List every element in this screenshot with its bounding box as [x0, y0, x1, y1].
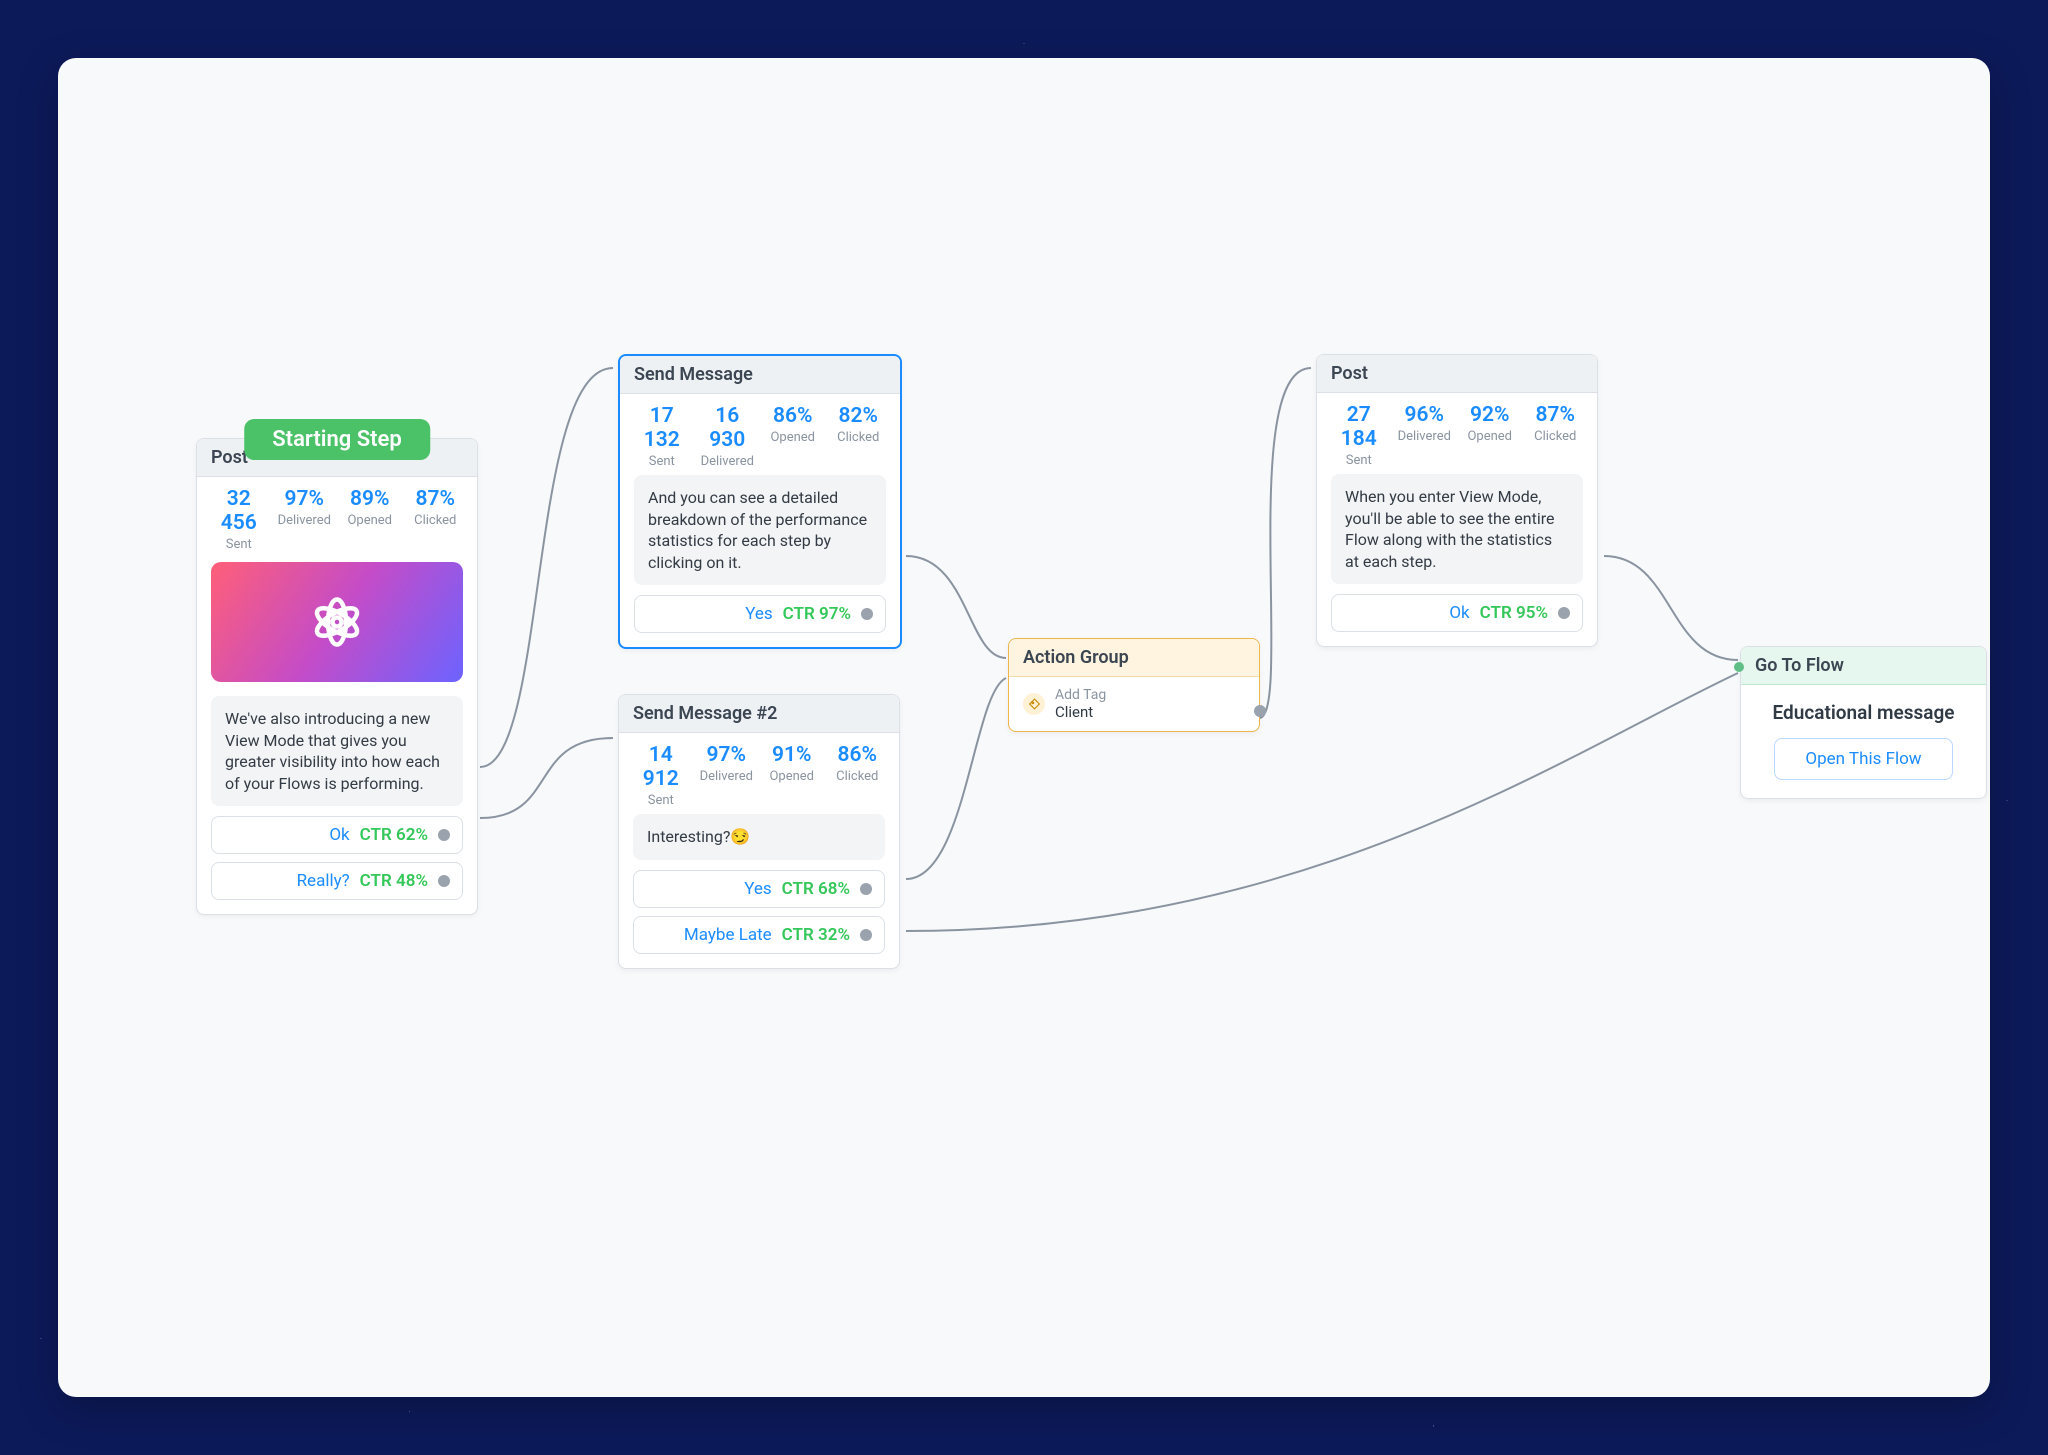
- stat-sent-label: Sent: [209, 537, 269, 552]
- output-port-icon[interactable]: [438, 829, 450, 841]
- stat-opened-value: 92%: [1460, 403, 1520, 427]
- reply-label: Yes: [744, 879, 771, 899]
- node-title: Action Group: [1009, 639, 1259, 677]
- stat-delivered-label: Delivered: [1395, 429, 1455, 444]
- reply-ctr: CTR 97%: [783, 604, 851, 624]
- flow-canvas-panel: Starting Step Post 32 456 Sent 97% Deliver…: [58, 58, 1990, 1397]
- tag-icon: [1023, 693, 1045, 715]
- reply-button-yes[interactable]: Yes CTR 97%: [634, 595, 886, 633]
- flow-canvas[interactable]: Starting Step Post 32 456 Sent 97% Deliver…: [58, 58, 1990, 1397]
- reply-button-ok[interactable]: Ok CTR 62%: [211, 816, 463, 854]
- reply-ctr: CTR 48%: [360, 871, 428, 891]
- stats-row: 14 912 Sent 97% Delivered 91% Opened 86% Cli…: [619, 733, 899, 814]
- stat-opened-value: 91%: [762, 743, 822, 767]
- stat-delivered-label: Delivered: [275, 513, 335, 528]
- message-bubble: We've also introducing a new View Mode t…: [211, 696, 463, 806]
- stat-sent-label: Sent: [1329, 453, 1389, 468]
- message-bubble: When you enter View Mode, you'll be able…: [1331, 474, 1583, 584]
- node-title: Send Message: [620, 356, 900, 394]
- reply-ctr: CTR 62%: [360, 825, 428, 845]
- node-send-message-2[interactable]: Send Message #2 14 912 Sent 97% Delivered …: [618, 694, 900, 969]
- input-port-icon[interactable]: [1734, 662, 1744, 672]
- stat-clicked-value: 87%: [1526, 403, 1586, 427]
- stats-row: 17 132 Sent 16 930 Delivered 86% Opened 82%…: [620, 394, 900, 475]
- stat-clicked-label: Clicked: [828, 769, 888, 784]
- reply-button-yes[interactable]: Yes CTR 68%: [633, 870, 885, 908]
- node-title: Post: [1317, 355, 1597, 393]
- stat-opened-label: Opened: [1460, 429, 1520, 444]
- reply-label: Yes: [745, 604, 772, 624]
- stats-row: 32 456 Sent 97% Delivered 89% Opened 87% Cli…: [197, 477, 477, 558]
- node-go-to-flow[interactable]: Go To Flow Educational message Open This…: [1740, 646, 1987, 799]
- stat-clicked-value: 82%: [829, 404, 889, 428]
- action-value: Client: [1055, 703, 1106, 721]
- reply-ctr: CTR 95%: [1480, 603, 1548, 623]
- node-action-group[interactable]: Action Group Add Tag Client: [1008, 638, 1260, 732]
- reply-button-ok[interactable]: Ok CTR 95%: [1331, 594, 1583, 632]
- stat-opened-label: Opened: [762, 769, 822, 784]
- node-post-starting[interactable]: Starting Step Post 32 456Sent 97%Deliver…: [196, 438, 478, 915]
- stat-clicked-value: 86%: [828, 743, 888, 767]
- atom-icon: [310, 595, 364, 649]
- stat-sent-value: 32 456: [209, 487, 269, 535]
- node-post-2[interactable]: Post 27 184 Sent 96% Delivered 92% Opened 8…: [1316, 354, 1598, 647]
- reply-label: Really?: [297, 871, 350, 891]
- stat-delivered-value: 97%: [697, 743, 757, 767]
- stat-sent-value: 14 912: [631, 743, 691, 791]
- node-title: Send Message #2: [619, 695, 899, 733]
- output-port-icon[interactable]: [438, 875, 450, 887]
- output-port-icon[interactable]: [860, 929, 872, 941]
- reply-label: Maybe Late: [684, 925, 772, 945]
- atom-image-placeholder: [211, 562, 463, 682]
- reply-ctr: CTR 68%: [782, 879, 850, 899]
- message-bubble: Interesting?😏: [633, 814, 885, 860]
- reply-button-really[interactable]: Really? CTR 48%: [211, 862, 463, 900]
- stats-row: 27 184 Sent 96% Delivered 92% Opened 87% Cli…: [1317, 393, 1597, 474]
- node-title: Go To Flow: [1741, 647, 1986, 685]
- output-port-icon[interactable]: [1254, 705, 1266, 717]
- stat-clicked-label: Clicked: [1526, 429, 1586, 444]
- stat-delivered-value: 97%: [275, 487, 335, 511]
- action-name: Add Tag: [1055, 687, 1106, 703]
- stat-delivered-value: 16 930: [698, 404, 758, 452]
- stat-delivered-value: 96%: [1395, 403, 1455, 427]
- stat-sent-label: Sent: [632, 454, 692, 469]
- starting-step-badge: Starting Step: [244, 419, 430, 460]
- open-flow-button[interactable]: Open This Flow: [1774, 738, 1952, 780]
- stat-sent-label: Sent: [631, 793, 691, 808]
- node-send-message-1[interactable]: Send Message 17 132 Sent 16 930 Delivered …: [618, 354, 902, 649]
- stat-clicked-label: Clicked: [829, 430, 889, 445]
- flow-name: Educational message: [1755, 701, 1972, 724]
- stat-opened-value: 86%: [763, 404, 823, 428]
- stat-opened-label: Opened: [763, 430, 823, 445]
- output-port-icon[interactable]: [860, 883, 872, 895]
- stat-delivered-label: Delivered: [697, 769, 757, 784]
- message-bubble: And you can see a detailed breakdown of …: [634, 475, 886, 585]
- output-port-icon[interactable]: [861, 608, 873, 620]
- stat-delivered-label: Delivered: [698, 454, 758, 469]
- stat-opened-label: Opened: [340, 513, 400, 528]
- reply-label: Ok: [329, 825, 349, 845]
- output-port-icon[interactable]: [1558, 607, 1570, 619]
- action-row: Add Tag Client: [1009, 677, 1259, 731]
- stat-clicked-label: Clicked: [406, 513, 466, 528]
- stat-opened-value: 89%: [340, 487, 400, 511]
- reply-label: Ok: [1449, 603, 1469, 623]
- stat-sent-value: 17 132: [632, 404, 692, 452]
- stat-clicked-value: 87%: [406, 487, 466, 511]
- reply-button-maybe-later[interactable]: Maybe Late CTR 32%: [633, 916, 885, 954]
- reply-ctr: CTR 32%: [782, 925, 850, 945]
- stat-sent-value: 27 184: [1329, 403, 1389, 451]
